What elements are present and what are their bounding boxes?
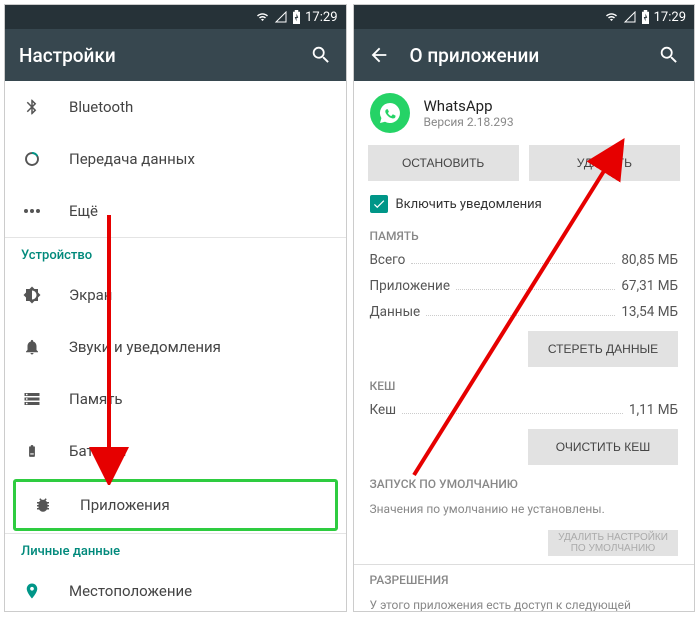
battery-icon xyxy=(292,10,301,24)
cache-label: КЕШ xyxy=(370,371,679,397)
checkbox-checked-icon xyxy=(370,195,388,213)
apps-icon xyxy=(32,496,54,514)
dotline xyxy=(402,402,623,414)
section-personal: Личные данные xyxy=(5,533,346,565)
item-label: Звуки и уведомления xyxy=(69,338,221,356)
kv-val: 67,31 МБ xyxy=(621,278,678,294)
item-label: Батарея xyxy=(69,442,126,460)
dotline xyxy=(426,304,615,316)
status-bar: 17:29 xyxy=(5,5,346,29)
kv-key: Всего xyxy=(370,252,406,268)
page-title: Настройки xyxy=(19,44,290,67)
permissions-label: РАЗРЕШЕНИЯ xyxy=(370,565,679,591)
status-bar: 17:29 xyxy=(354,5,695,29)
page-title: О приложении xyxy=(410,44,639,67)
clear-defaults-button: УДАЛИТЬ НАСТРОЙКИ ПО УМОЛЧАНИЮ xyxy=(548,530,678,556)
item-location[interactable]: Местоположение xyxy=(5,565,346,611)
clear-cache-button[interactable]: ОЧИСТИТЬ КЕШ xyxy=(528,429,678,465)
notifications-checkbox[interactable]: Включить уведомления xyxy=(354,191,695,221)
wifi-icon xyxy=(255,11,270,23)
mem-total-row: Всего 80,85 МБ xyxy=(370,247,679,273)
item-label: Местоположение xyxy=(69,582,192,600)
more-icon xyxy=(21,208,43,214)
settings-list: Bluetooth Передача данных Ещё Устройство… xyxy=(5,81,346,611)
item-label: Приложения xyxy=(80,496,170,514)
launch-text: Значения по умолчанию не установлены. xyxy=(354,495,695,524)
right-phone: 17:29 О приложении WhatsApp Версия 2.18.… xyxy=(353,4,696,612)
item-battery[interactable]: Батарея xyxy=(5,425,346,477)
whatsapp-icon xyxy=(370,93,410,133)
checkbox-label: Включить уведомления xyxy=(396,197,542,212)
item-label: Ещё xyxy=(69,202,98,220)
item-label: Bluetooth xyxy=(69,98,133,116)
status-time: 17:29 xyxy=(654,10,686,25)
battery-icon xyxy=(641,10,650,24)
delete-button[interactable]: УДАЛИТЬ xyxy=(529,145,680,181)
stop-button[interactable]: ОСТАНОВИТЬ xyxy=(368,145,519,181)
launch-label: ЗАПУСК ПО УМОЛЧАНИЮ xyxy=(370,469,679,495)
item-sound[interactable]: Звуки и уведомления xyxy=(5,321,346,373)
apps-highlight: Приложения xyxy=(13,479,338,531)
memory-label: ПАМЯТЬ xyxy=(370,221,679,247)
data-usage-icon xyxy=(21,150,43,168)
bell-icon xyxy=(21,338,43,356)
kv-key: Кеш xyxy=(370,402,397,418)
item-label: Передача данных xyxy=(69,150,195,168)
mem-data-row: Данные 13,54 МБ xyxy=(370,299,679,325)
item-apps[interactable]: Приложения xyxy=(16,482,335,528)
battery-icon xyxy=(21,442,43,460)
kv-val: 1,11 МБ xyxy=(629,402,678,418)
section-device: Устройство xyxy=(5,237,346,269)
app-version: Версия 2.18.293 xyxy=(424,115,514,129)
item-label: Память xyxy=(69,390,123,408)
app-bar: О приложении xyxy=(354,29,695,81)
kv-key: Данные xyxy=(370,304,421,320)
item-bluetooth[interactable]: Bluetooth xyxy=(5,81,346,133)
location-icon xyxy=(21,582,43,600)
cache-row: Кеш 1,11 МБ xyxy=(370,397,679,423)
permissions-text: У этого приложения есть доступ к следующ… xyxy=(354,591,695,611)
signal-icon xyxy=(623,11,637,23)
search-icon[interactable] xyxy=(658,44,680,66)
dotline xyxy=(411,252,615,264)
item-label: Экран xyxy=(69,286,112,304)
left-phone: 17:29 Настройки Bluetooth Передача данны… xyxy=(4,4,347,612)
item-display[interactable]: Экран xyxy=(5,269,346,321)
action-buttons: ОСТАНОВИТЬ УДАЛИТЬ xyxy=(354,145,695,191)
wifi-icon xyxy=(604,11,619,23)
search-icon[interactable] xyxy=(310,44,332,66)
display-icon xyxy=(21,286,43,304)
kv-val: 13,54 МБ xyxy=(621,304,678,320)
mem-app-row: Приложение 67,31 МБ xyxy=(370,273,679,299)
bluetooth-icon xyxy=(21,98,43,116)
kv-key: Приложение xyxy=(370,278,450,294)
kv-val: 80,85 МБ xyxy=(621,252,678,268)
clear-data-button[interactable]: СТЕРЕТЬ ДАННЫЕ xyxy=(528,331,678,367)
item-storage[interactable]: Память xyxy=(5,373,346,425)
back-icon[interactable] xyxy=(368,44,390,66)
app-name: WhatsApp xyxy=(424,97,514,115)
app-header: WhatsApp Версия 2.18.293 xyxy=(354,81,695,145)
status-time: 17:29 xyxy=(305,10,337,25)
item-data-usage[interactable]: Передача данных xyxy=(5,133,346,185)
signal-icon xyxy=(274,11,288,23)
dotline xyxy=(456,278,615,290)
app-bar: Настройки xyxy=(5,29,346,81)
storage-icon xyxy=(21,390,43,408)
app-info-content: WhatsApp Версия 2.18.293 ОСТАНОВИТЬ УДАЛ… xyxy=(354,81,695,611)
item-more[interactable]: Ещё xyxy=(5,185,346,237)
